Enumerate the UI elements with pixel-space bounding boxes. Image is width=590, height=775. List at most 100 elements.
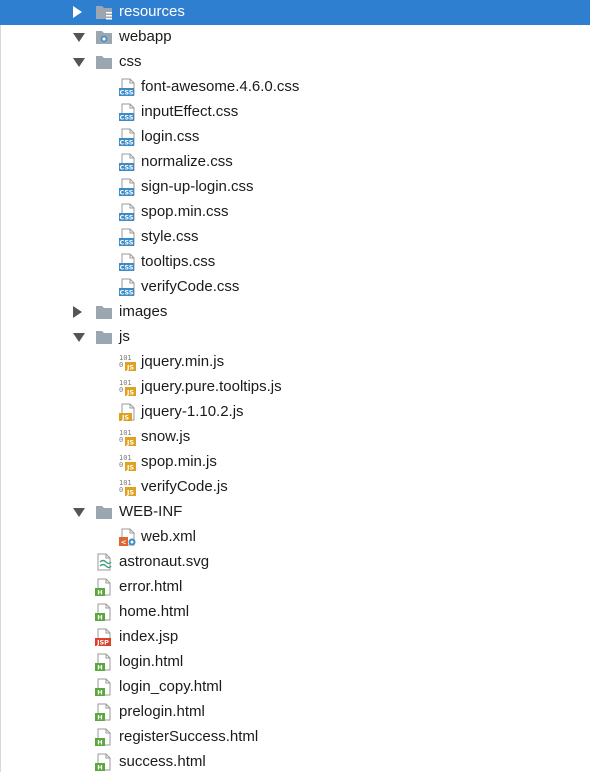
tree-row-tooltips-css[interactable]: CSS tooltips.css xyxy=(0,250,590,275)
svg-text:CSS: CSS xyxy=(120,289,134,297)
html-file-icon: H xyxy=(95,753,113,772)
minified-js-file-icon: 101 0 JS xyxy=(119,353,137,372)
tree-item-label: login.css xyxy=(141,128,200,145)
tree-row-spop-min-css[interactable]: CSS spop.min.css xyxy=(0,200,590,225)
tree-item-label: css xyxy=(119,53,142,70)
svg-text:CSS: CSS xyxy=(120,164,134,172)
tree-row-registersuccess-html[interactable]: HregisterSuccess.html xyxy=(0,725,590,750)
tree-row-inputeffect-css[interactable]: CSS inputEffect.css xyxy=(0,100,590,125)
minified-js-file-icon: 101 0 JS xyxy=(119,453,137,472)
tree-item-label: prelogin.html xyxy=(119,703,205,720)
svg-text:0: 0 xyxy=(119,361,123,369)
minified-js-file-icon: 101 0 JS xyxy=(119,378,137,397)
tree-row-error-html[interactable]: Herror.html xyxy=(0,575,590,600)
tree-item-label: jquery-1.10.2.js xyxy=(141,403,244,420)
svg-text:JS: JS xyxy=(126,464,134,472)
tree-item-label: snow.js xyxy=(141,428,191,445)
expand-arrow-right-icon[interactable] xyxy=(73,306,82,318)
expand-arrow-down-icon[interactable] xyxy=(73,58,85,67)
tree-row-login-html[interactable]: Hlogin.html xyxy=(0,650,590,675)
svg-text:JS: JS xyxy=(121,414,129,422)
html-file-icon: H xyxy=(95,728,113,747)
tree-row-prelogin-html[interactable]: Hprelogin.html xyxy=(0,700,590,725)
tree-row-login-copy-html[interactable]: Hlogin_copy.html xyxy=(0,675,590,700)
expand-arrow-right-icon[interactable] xyxy=(73,6,82,18)
tree-item-label: login_copy.html xyxy=(119,678,223,695)
tree-row-success-html[interactable]: Hsuccess.html xyxy=(0,750,590,775)
tree-item-label: js xyxy=(119,328,130,345)
tree-item-label: normalize.css xyxy=(141,153,233,170)
svg-text:CSS: CSS xyxy=(120,214,134,222)
tree-row-css[interactable]: css xyxy=(0,50,590,75)
tree-row-jquery-min-js[interactable]: 101 0 JS jquery.min.js xyxy=(0,350,590,375)
tree-item-label: inputEffect.css xyxy=(141,103,239,120)
svg-text:0: 0 xyxy=(119,386,123,394)
svg-text:CSS: CSS xyxy=(120,139,134,147)
tree-row-normalize-css[interactable]: CSS normalize.css xyxy=(0,150,590,175)
tree-item-label: index.jsp xyxy=(119,628,179,645)
expand-arrow-down-icon[interactable] xyxy=(73,508,85,517)
css-file-icon: CSS xyxy=(119,78,137,97)
tree-row-spop-min-js[interactable]: 101 0 JS spop.min.js xyxy=(0,450,590,475)
svg-file-icon xyxy=(95,553,113,571)
svg-text:JS: JS xyxy=(126,364,134,372)
html-file-icon: H xyxy=(95,653,113,672)
tree-row-home-html[interactable]: Hhome.html xyxy=(0,600,590,625)
html-file-icon: H xyxy=(95,603,113,622)
svg-text:H: H xyxy=(97,739,102,747)
html-file-icon: H xyxy=(95,578,113,597)
svg-text:CSS: CSS xyxy=(120,264,134,272)
css-file-icon: CSS xyxy=(119,103,137,122)
svg-text:JS: JS xyxy=(126,439,134,447)
tree-row-style-css[interactable]: CSS style.css xyxy=(0,225,590,250)
svg-text:0: 0 xyxy=(119,486,123,494)
js-file-icon: JS xyxy=(119,403,137,422)
tree-row-sign-up-login-css[interactable]: CSS sign-up-login.css xyxy=(0,175,590,200)
svg-text:CSS: CSS xyxy=(120,114,134,122)
svg-text:0: 0 xyxy=(119,436,123,444)
css-file-icon: CSS xyxy=(119,203,137,222)
css-file-icon: CSS xyxy=(119,153,137,172)
tree-item-label: tooltips.css xyxy=(141,253,216,270)
tree-row-login-css[interactable]: CSS login.css xyxy=(0,125,590,150)
tree-row-webapp[interactable]: webapp xyxy=(0,25,590,50)
tree-item-label: style.css xyxy=(141,228,199,245)
xml-file-icon: < xyxy=(119,528,137,547)
minified-js-file-icon: 101 0 JS xyxy=(119,428,137,447)
tree-row-resources[interactable]: resources xyxy=(0,0,590,25)
tree-item-label: jquery.min.js xyxy=(141,353,225,370)
folder-icon xyxy=(95,303,113,321)
tree-row-snow-js[interactable]: 101 0 JS snow.js xyxy=(0,425,590,450)
css-file-icon: CSS xyxy=(119,278,137,297)
tree-item-label: verifyCode.js xyxy=(141,478,228,495)
tree-item-label: WEB-INF xyxy=(119,503,183,520)
tree-row-font-awesome-4-6-0-css[interactable]: CSS font-awesome.4.6.0.css xyxy=(0,75,590,100)
tree-row-index-jsp[interactable]: JSP index.jsp xyxy=(0,625,590,650)
svg-text:H: H xyxy=(97,764,102,772)
jsp-file-icon: JSP xyxy=(95,628,113,647)
expand-arrow-down-icon[interactable] xyxy=(73,333,85,342)
tree-item-label: resources xyxy=(119,3,185,20)
tree-row-astronaut-svg[interactable]: astronaut.svg xyxy=(0,550,590,575)
web-folder-icon xyxy=(95,28,113,46)
tree-row-verifycode-css[interactable]: CSS verifyCode.css xyxy=(0,275,590,300)
svg-text:H: H xyxy=(97,689,102,697)
minified-js-file-icon: 101 0 JS xyxy=(119,478,137,497)
tree-item-label: success.html xyxy=(119,753,206,770)
tree-row-web-xml[interactable]: < web.xml xyxy=(0,525,590,550)
tree-row-jquery-pure-tooltips-js[interactable]: 101 0 JS jquery.pure.tooltips.js xyxy=(0,375,590,400)
tree-row-jquery-1-10-2-js[interactable]: JS jquery-1.10.2.js xyxy=(0,400,590,425)
svg-text:CSS: CSS xyxy=(120,239,134,247)
tree-item-label: images xyxy=(119,303,168,320)
css-file-icon: CSS xyxy=(119,253,137,272)
tree-row-images[interactable]: images xyxy=(0,300,590,325)
expand-arrow-down-icon[interactable] xyxy=(73,33,85,42)
tree-item-label: verifyCode.css xyxy=(141,278,240,295)
tree-row-js[interactable]: js xyxy=(0,325,590,350)
html-file-icon: H xyxy=(95,678,113,697)
tree-row-web-inf[interactable]: WEB-INF xyxy=(0,500,590,525)
folder-icon xyxy=(95,53,113,71)
tree-row-verifycode-js[interactable]: 101 0 JS verifyCode.js xyxy=(0,475,590,500)
tree-item-label: spop.min.js xyxy=(141,453,217,470)
svg-text:H: H xyxy=(97,664,102,672)
